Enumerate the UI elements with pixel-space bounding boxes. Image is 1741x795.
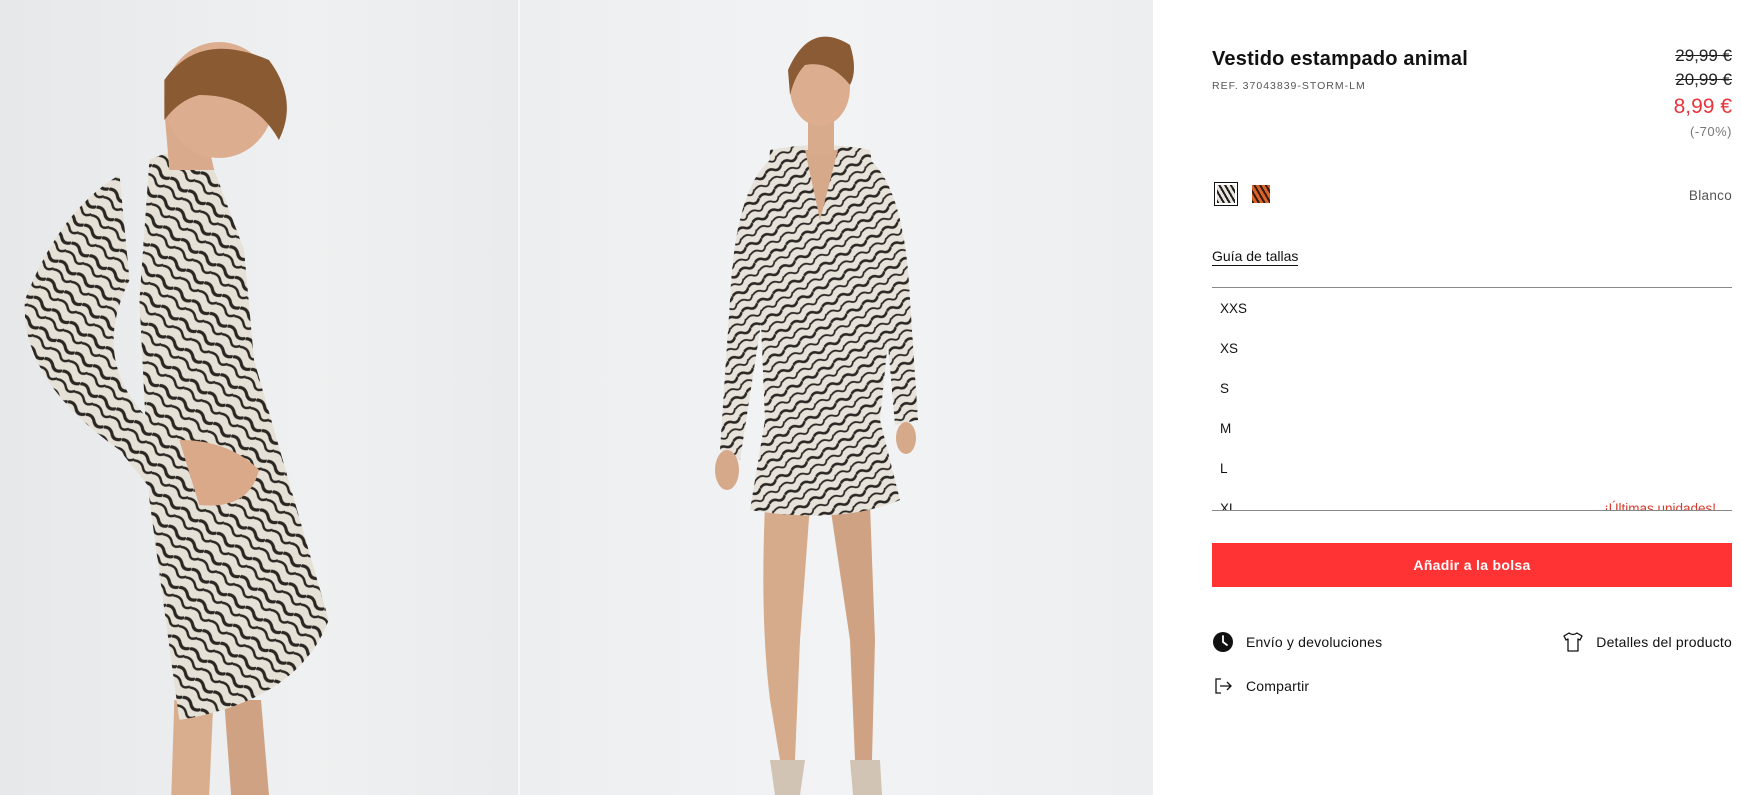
clock-icon [1212, 631, 1234, 653]
product-reference: REF. 37043839-STORM-LM [1212, 80, 1366, 92]
share-icon [1212, 675, 1234, 697]
size-label: S [1220, 380, 1230, 396]
size-label: L [1220, 460, 1228, 476]
price-block: 29,99 € 20,99 € 8,99 € (-70%) [1674, 44, 1732, 142]
share-link[interactable]: Compartir [1212, 675, 1309, 697]
size-option-l[interactable]: L [1212, 448, 1732, 488]
color-swatches [1214, 182, 1273, 206]
size-label: XL [1220, 500, 1237, 511]
size-option-xs[interactable]: XS [1212, 328, 1732, 368]
price-current: 8,99 € [1673, 95, 1732, 118]
low-stock-note: ¡Últimas unidades! [1604, 500, 1716, 511]
size-list: XXS XS S M L XL ¡Últimas unidades! [1212, 287, 1732, 511]
zebra-swatch[interactable] [1214, 182, 1238, 206]
selected-color-name: Blanco [1688, 188, 1732, 203]
size-option-xxs[interactable]: XXS [1212, 288, 1732, 328]
shipping-returns-link[interactable]: Envío y devoluciones [1212, 631, 1382, 653]
size-label: XXS [1220, 300, 1248, 316]
size-option-m[interactable]: M [1212, 408, 1732, 448]
size-option-xl[interactable]: XL ¡Últimas unidades! [1212, 488, 1732, 511]
size-label: XS [1220, 340, 1239, 356]
discount-badge: (-70%) [1689, 124, 1732, 139]
price-previous: 20,99 € [1675, 70, 1732, 89]
model-front-illustration [715, 36, 918, 795]
product-photo-front[interactable] [520, 0, 1153, 795]
share-label: Compartir [1246, 678, 1310, 694]
add-to-bag-button[interactable]: Añadir a la bolsa [1212, 543, 1732, 587]
product-gallery [0, 0, 1155, 795]
model-side-illustration [24, 42, 329, 795]
product-title: Vestido estampado animal [1212, 48, 1468, 70]
size-guide-link[interactable]: Guía de tallas [1212, 248, 1299, 266]
product-details-label: Detalles del producto [1596, 634, 1732, 650]
product-details-link[interactable]: Detalles del producto [1562, 631, 1732, 653]
tiger-swatch[interactable] [1249, 182, 1273, 206]
shirt-icon [1562, 631, 1584, 653]
price-original: 29,99 € [1675, 46, 1732, 65]
product-info-panel: Vestido estampado animal REF. 37043839-S… [1212, 0, 1732, 795]
shipping-returns-label: Envío y devoluciones [1246, 634, 1383, 650]
product-photo-side[interactable] [0, 0, 520, 795]
size-label: M [1220, 420, 1232, 436]
size-option-s[interactable]: S [1212, 368, 1732, 408]
